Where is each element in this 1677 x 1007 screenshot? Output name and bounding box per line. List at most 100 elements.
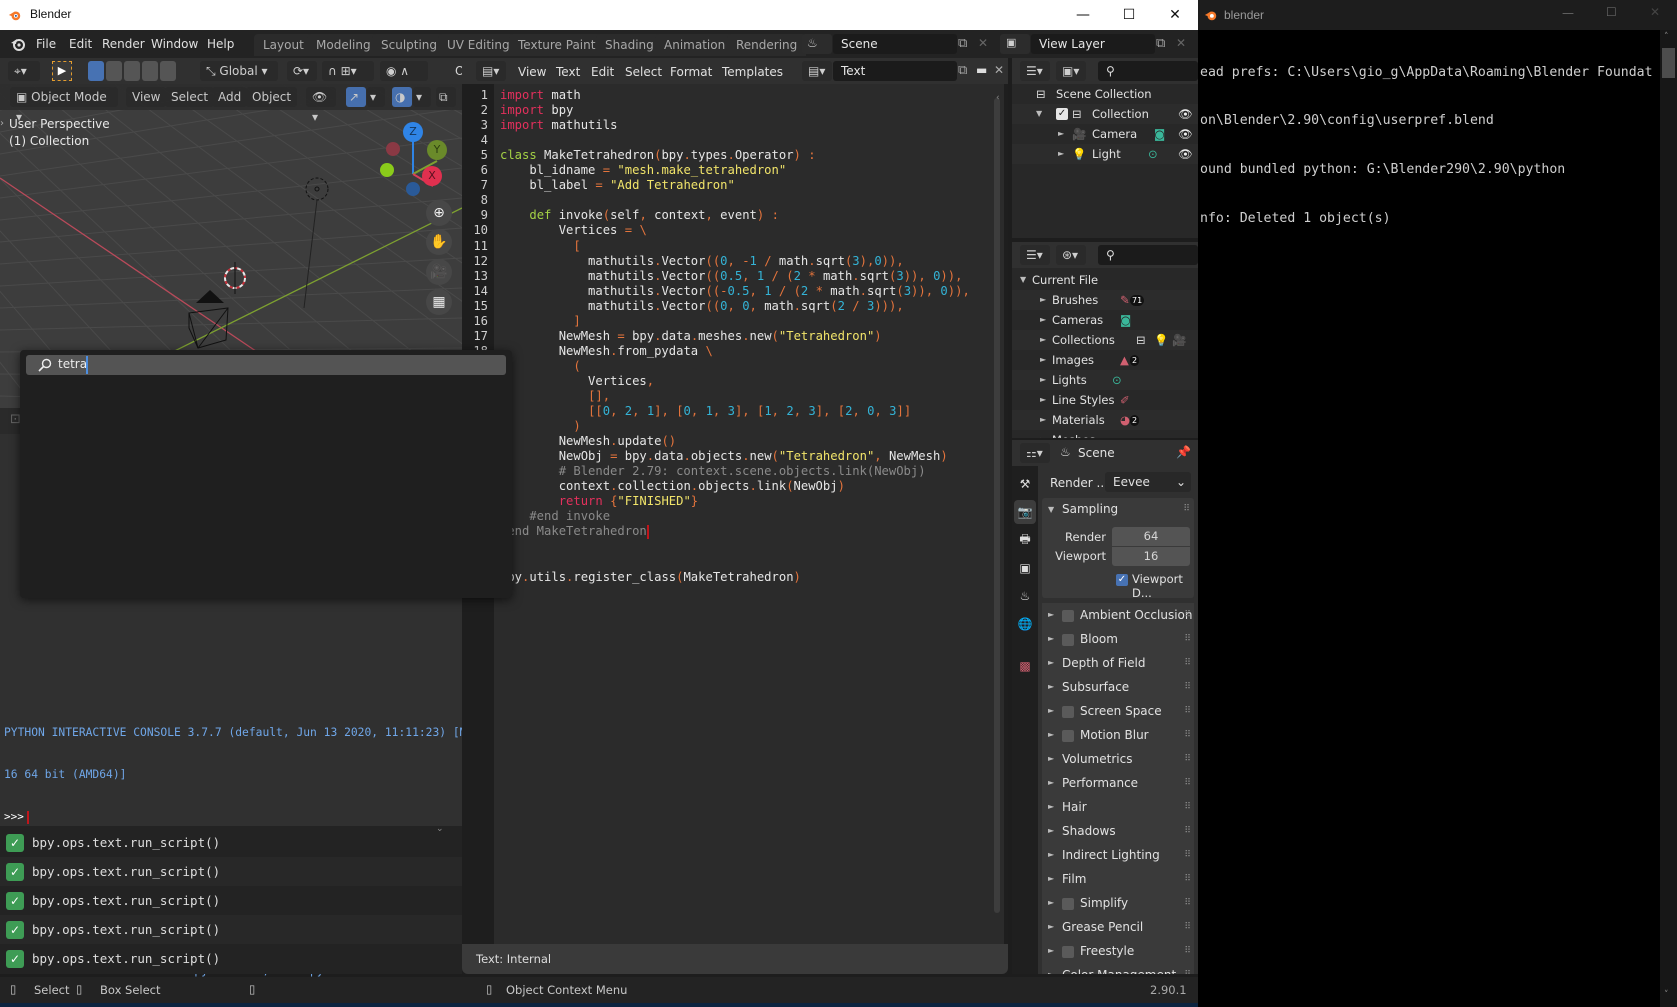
pan-hand-icon[interactable]: ✋ (426, 229, 452, 255)
camera-view-icon[interactable]: 🎥 (426, 259, 452, 285)
code-line[interactable]: # Blender 2.79: context.scene.objects.li… (500, 464, 926, 479)
code-line[interactable]: NewMesh.update() (500, 434, 676, 449)
visibility-dropdown[interactable]: 👁▾ (306, 87, 336, 124)
tab-animation[interactable]: Animation (655, 34, 735, 56)
drag-handle-icon[interactable]: ⠿ (1183, 504, 1190, 514)
code-line[interactable]: mathutils.Vector((0, -1 / math.sqrt(3),0… (500, 254, 904, 269)
outliner-item-collections[interactable]: ► Collections ⊟ 💡 🎥 (1012, 330, 1198, 350)
text-browse-dropdown[interactable]: ▤▾ (802, 61, 832, 81)
drag-handle-icon[interactable]: ⠿ (1184, 963, 1191, 974)
panel-shadows[interactable]: ► Shadows ⠿ (1042, 819, 1194, 843)
outliner-editor-type[interactable]: ☰▾ (1020, 61, 1050, 81)
open-text-folder-icon[interactable]: ▬ (976, 63, 987, 77)
outliner-item-collection[interactable]: ▼ ✓ ⊟ Collection 👁 (1012, 104, 1198, 124)
expand-arrow-icon[interactable]: ► (1048, 891, 1054, 915)
expand-arrow-icon[interactable]: ► (1048, 795, 1054, 819)
code-line[interactable]: import mathutils (500, 118, 617, 133)
select-tool-icon[interactable]: ▶ (52, 61, 72, 81)
expand-arrow-icon[interactable]: ► (1048, 699, 1054, 723)
drag-handle-icon[interactable]: ⠿ (1184, 627, 1191, 651)
code-line[interactable]: import bpy (500, 103, 573, 118)
code-line[interactable]: ] (500, 314, 580, 329)
outliner-item-images[interactable]: ► Images ▲ 2 (1012, 350, 1198, 370)
scroll-down-icon[interactable]: ˅ (1664, 990, 1669, 1000)
proportional-editing-dropdown[interactable]: ◉ ∧ (380, 61, 428, 81)
expand-arrow-icon[interactable]: ► (1048, 819, 1054, 843)
code-line[interactable]: return {"FINISHED"} (500, 494, 698, 509)
scroll-up-icon[interactable]: ˄ (1664, 32, 1669, 42)
panel-performance[interactable]: ► Performance ⠿ (1042, 771, 1194, 795)
operator-search-input[interactable]: tetra (26, 355, 506, 375)
view-layer-selector-button[interactable]: ▣ (1000, 34, 1030, 54)
camera-data-icon[interactable]: ◙ (1154, 124, 1165, 144)
code-line[interactable]: [[0, 2, 1], [0, 1, 3], [1, 2, 3], [2, 0,… (500, 404, 911, 419)
close-button[interactable]: ✕ (1152, 0, 1198, 30)
panel-color-management[interactable]: ► Color Management ⠿ (1042, 963, 1194, 974)
view-layer-field[interactable]: View Layer (1031, 34, 1155, 54)
options-label[interactable]: O (455, 64, 462, 78)
log-entry[interactable]: ✓ bpy.ops.text.run_script() (0, 828, 462, 857)
new-text-icon[interactable]: ⧉ (958, 63, 967, 78)
panel-hair[interactable]: ► Hair ⠿ (1042, 795, 1194, 819)
outliner-item-cameras[interactable]: ► Cameras ◙ (1012, 310, 1198, 330)
texture-tab-icon[interactable]: ▩ (1014, 654, 1036, 678)
code-line[interactable]: NewObj = bpy.data.objects.new("Tetrahedr… (500, 449, 948, 464)
zoom-icon[interactable]: ⊕ (426, 200, 452, 226)
minimize-button[interactable]: — (1562, 6, 1574, 20)
drag-handle-icon[interactable]: ⠿ (1184, 603, 1191, 627)
drag-handle-icon[interactable]: ⠿ (1184, 915, 1191, 939)
expand-arrow-icon[interactable]: ► (1048, 843, 1054, 867)
scene-selector-button[interactable]: ♨ (802, 34, 832, 54)
tool-tab-icon[interactable]: ⚒ (1014, 472, 1036, 496)
drag-handle-icon[interactable]: ⠿ (1184, 699, 1191, 723)
code-line[interactable]: context.collection.objects.link(NewObj) (500, 479, 845, 494)
menu-edit[interactable]: Edit (63, 35, 98, 53)
outliner-search-field[interactable]: ⚲ (1098, 245, 1198, 265)
panel-screen-space-reflecti[interactable]: ►Screen Space Reflecti⠿ (1042, 699, 1194, 742)
code-line[interactable]: mathutils.Vector((-0.5, 1 / (2 * math.sq… (500, 284, 970, 299)
log-entry[interactable]: ✓ bpy.ops.text.run_script() (0, 857, 462, 886)
eye-icon[interactable]: 👁 (1178, 104, 1193, 124)
drag-handle-icon[interactable]: ⠿ (1184, 771, 1191, 795)
te-menu-format[interactable]: Format (664, 63, 718, 81)
maximize-button[interactable]: ☐ (1106, 0, 1152, 30)
code-line[interactable]: bpy.utils.register_class(MakeTetrahedron… (500, 570, 801, 585)
drag-handle-icon[interactable]: ⠿ (1184, 747, 1191, 771)
xray-toggle[interactable]: ⧉ (436, 87, 456, 107)
editor-type-dropdown[interactable]: ▤▾ (476, 61, 506, 81)
gizmo-y-axis[interactable]: Y (427, 140, 447, 160)
select-mode-subtract-icon[interactable] (124, 61, 140, 81)
drag-handle-icon[interactable]: ⠿ (1184, 819, 1191, 843)
code-line[interactable]: def invoke(self, context, event) : (500, 208, 779, 223)
outliner-item-light[interactable]: ► 💡 Light ⊙ 👁 (1012, 144, 1198, 164)
render-tab-icon[interactable]: 📷 (1014, 500, 1036, 524)
toolbar-expand-icon[interactable]: › (0, 118, 4, 129)
outliner-search-field[interactable]: ⚲ (1098, 61, 1198, 81)
expand-arrow-icon[interactable]: ► (1048, 939, 1054, 963)
expand-arrow-icon[interactable]: ► (1048, 603, 1054, 627)
drag-handle-icon[interactable]: ⠿ (1184, 939, 1191, 963)
outliner-editor-type[interactable]: ☰▾ (1020, 245, 1050, 265)
panel-volumetrics[interactable]: ► Volumetrics ⠿ (1042, 747, 1194, 771)
expand-arrow-icon[interactable]: ► (1048, 747, 1054, 771)
console-prompt[interactable]: >>> (4, 810, 29, 824)
select-mode-extend-icon[interactable] (106, 61, 122, 81)
outliner-item-meshes[interactable]: ► Meshes ⊶ (1012, 430, 1198, 438)
tab-shading[interactable]: Shading (596, 34, 663, 56)
viewport-samples-field[interactable]: 16 (1112, 547, 1190, 566)
outliner-item-line-styles[interactable]: ► Line Styles ✐ (1012, 390, 1198, 410)
expand-arrow-icon[interactable]: ▼ (1048, 505, 1054, 514)
display-mode-dropdown[interactable]: ▣▾ (1056, 61, 1086, 81)
maximize-button[interactable]: ☐ (1606, 5, 1617, 19)
tab-rendering[interactable]: Rendering (727, 34, 807, 56)
panel-subsurface-scattering[interactable]: ►Subsurface Scattering⠿ (1042, 675, 1194, 718)
tab-modeling[interactable]: Modeling (307, 34, 380, 56)
drag-handle-icon[interactable]: ⠿ (1184, 723, 1191, 747)
panel-enable-checkbox[interactable] (1062, 705, 1074, 718)
snap-dropdown[interactable]: ∩ ⊞▾ (322, 61, 374, 81)
te-menu-templates[interactable]: Templates (716, 63, 789, 81)
te-menu-edit[interactable]: Edit (585, 63, 620, 81)
render-engine-dropdown[interactable]: Eevee ⌄ (1105, 472, 1191, 492)
expand-arrow-icon[interactable]: ► (1048, 675, 1054, 699)
code-line[interactable]: #end MakeTetrahedron (500, 524, 649, 539)
